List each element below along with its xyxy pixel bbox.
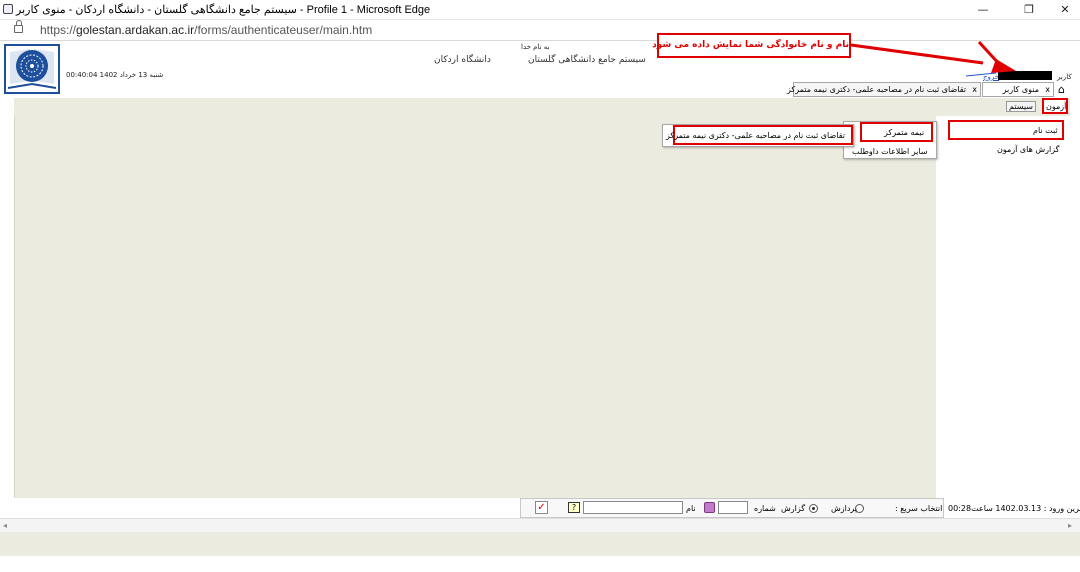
- menu-exam[interactable]: آزمون: [1046, 102, 1066, 111]
- close-window-button[interactable]: ✕: [1050, 1, 1080, 18]
- lock-icon: [14, 20, 23, 33]
- horizontal-scrollbar[interactable]: ◂ ▸: [0, 518, 1080, 532]
- main-work-area: [14, 116, 936, 498]
- url-text[interactable]: https://golestan.ardakan.ac.ir/forms/aut…: [40, 23, 372, 37]
- bottom-toolbar: آخرین ورود : 1402.03.13 ساعت00:28 انتخاب…: [14, 498, 1080, 518]
- window-title: سیستم جامع دانشگاهی گلستان - دانشگاه ارد…: [16, 4, 431, 16]
- restore-button[interactable]: ❐: [1014, 1, 1044, 18]
- search-icon[interactable]: [704, 502, 715, 513]
- name-label: نام: [686, 504, 696, 513]
- number-label: شماره: [754, 504, 776, 513]
- menu-system[interactable]: سیستم: [1006, 101, 1036, 112]
- annotation-arrow: [850, 40, 1016, 77]
- menu-bar: آزمون سیستم: [14, 98, 1070, 116]
- tab-close-icon[interactable]: x: [972, 83, 977, 96]
- side-menu: ثبت نام گزارش های آزمون: [937, 116, 1070, 498]
- menu-registration[interactable]: ثبت نام: [1033, 126, 1058, 135]
- tab-close-icon[interactable]: x: [1045, 83, 1050, 96]
- university-name: دانشگاه اردکان: [434, 55, 491, 65]
- menu-semi-centralized[interactable]: نیمه متمرکز: [884, 128, 924, 137]
- minimize-button[interactable]: —: [968, 1, 998, 18]
- report-label: گزارش: [781, 504, 806, 513]
- date-time: 00:40:04 شنبه 13 خرداد 1402: [66, 71, 164, 79]
- bismillah-text: به نام خدا: [521, 43, 550, 51]
- edge-profile-icon: [3, 4, 13, 14]
- footer-band: [0, 556, 1080, 572]
- scroll-left-icon[interactable]: ◂: [3, 521, 7, 530]
- process-label: پردازش: [831, 504, 858, 513]
- menu-exam-reports[interactable]: گزارش های آزمون: [997, 145, 1059, 154]
- menu-registration-request[interactable]: تقاضای ثبت نام در مصاحبه علمی- دکتری نیم…: [666, 131, 845, 140]
- help-button[interactable]: ?: [568, 502, 580, 513]
- tab-strip: ⌂ x منوی کاربر x تقاضای ثبت نام در مصاحب…: [0, 82, 1080, 98]
- last-login-text: آخرین ورود : 1402.03.13 ساعت00:28: [948, 504, 1080, 513]
- tab-label: تقاضای ثبت نام در مصاحبه علمی- دکتری نیم…: [787, 85, 966, 94]
- scroll-right-icon[interactable]: ▸: [1068, 521, 1072, 530]
- report-radio[interactable]: [809, 504, 818, 513]
- tab-label: منوی کاربر: [1002, 85, 1039, 94]
- home-icon[interactable]: ⌂: [1058, 83, 1065, 96]
- annotation-callout: نام و نام خانوادگی شما نمایش داده می شود: [652, 33, 851, 58]
- menu-applicant-info[interactable]: سایر اطلاعات داوطلب: [852, 147, 928, 156]
- system-title: سیستم جامع دانشگاهی گلستان: [528, 55, 646, 65]
- submenu-semi-centralized: نیمه متمرکز سایر اطلاعات داوطلب: [843, 121, 937, 159]
- status-band: [0, 532, 1080, 556]
- browser-title-bar: سیستم جامع دانشگاهی گلستان - دانشگاه ارد…: [0, 0, 1080, 20]
- submenu-registration-request: تقاضای ثبت نام در مصاحبه علمی- دکتری نیم…: [662, 124, 854, 147]
- quick-select-label: انتخاب سریع :: [895, 504, 943, 513]
- tab-registration-request[interactable]: x تقاضای ثبت نام در مصاحبه علمی- دکتری ن…: [787, 82, 981, 97]
- ok-button[interactable]: ✓: [535, 501, 548, 514]
- user-label: کاربر: [1057, 73, 1072, 81]
- number-input[interactable]: [718, 501, 748, 514]
- name-input[interactable]: [583, 501, 683, 514]
- tab-user-menu[interactable]: x منوی کاربر: [982, 82, 1054, 97]
